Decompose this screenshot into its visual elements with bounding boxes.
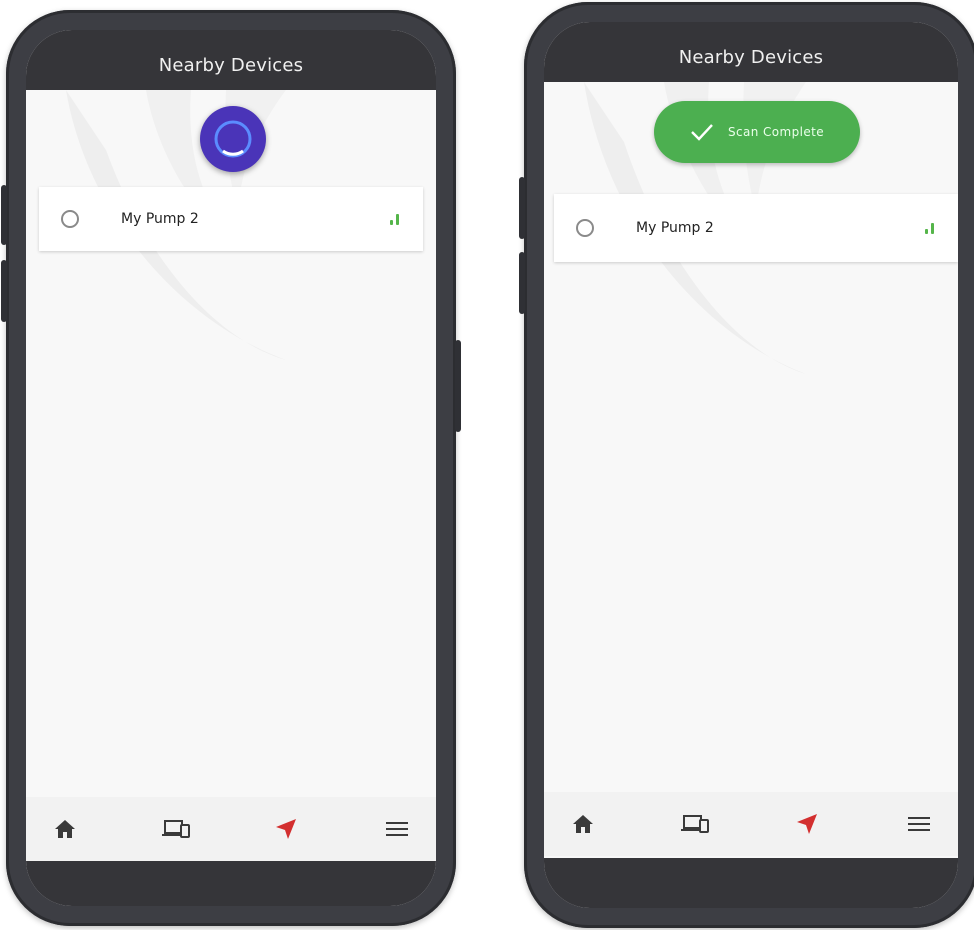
bottom-navigation [26,797,436,861]
nav-devices[interactable] [680,809,710,839]
nav-home[interactable] [568,809,598,839]
nav-nearby[interactable] [271,814,301,844]
nav-menu[interactable] [382,814,412,844]
system-bottom-bar [26,861,436,906]
devices-icon [681,815,709,833]
nav-nearby[interactable] [792,809,822,839]
device-list-item[interactable]: My Pump 2 [39,187,423,251]
spinner-icon [214,120,252,158]
phone-side-button [1,185,7,245]
app-header: Nearby Devices [544,22,958,82]
page-title: Nearby Devices [678,46,824,68]
devices-icon [161,820,190,838]
scan-complete-banner: Scan Complete [654,101,860,163]
phone-screen: Nearby Devices My Pump 2 [26,30,436,906]
navigation-arrow-icon [797,814,817,834]
home-icon [55,820,75,838]
device-name: My Pump 2 [121,211,199,227]
page-title: Nearby Devices [158,54,304,76]
signal-strength-icon [925,222,934,234]
phone-side-button [1,260,7,322]
phone-frame-complete: Nearby Devices Scan Complete My Pump 2 [519,2,974,928]
phone-side-button [519,177,525,239]
checkmark-icon [690,123,714,141]
menu-icon [385,822,408,836]
device-select-radio[interactable] [576,219,594,237]
navigation-arrow-icon [276,819,297,839]
nav-home[interactable] [50,814,80,844]
signal-strength-icon [390,213,399,225]
home-icon [573,815,593,833]
device-name: My Pump 2 [636,220,714,236]
phone-power-button [455,340,461,432]
menu-icon [908,817,930,831]
scan-spinner [200,106,266,172]
system-bottom-bar [544,858,958,908]
device-list-item[interactable]: My Pump 2 [554,194,958,262]
app-header: Nearby Devices [26,30,436,90]
phone-frame-scanning: Nearby Devices My Pump 2 [1,10,461,926]
scan-complete-text: Scan Complete [727,125,825,139]
nav-menu[interactable] [904,809,934,839]
bottom-navigation [544,792,958,856]
phone-side-button [519,252,525,314]
device-select-radio[interactable] [61,210,79,228]
phone-screen: Nearby Devices Scan Complete My Pump 2 [544,22,958,908]
nav-devices[interactable] [161,814,191,844]
